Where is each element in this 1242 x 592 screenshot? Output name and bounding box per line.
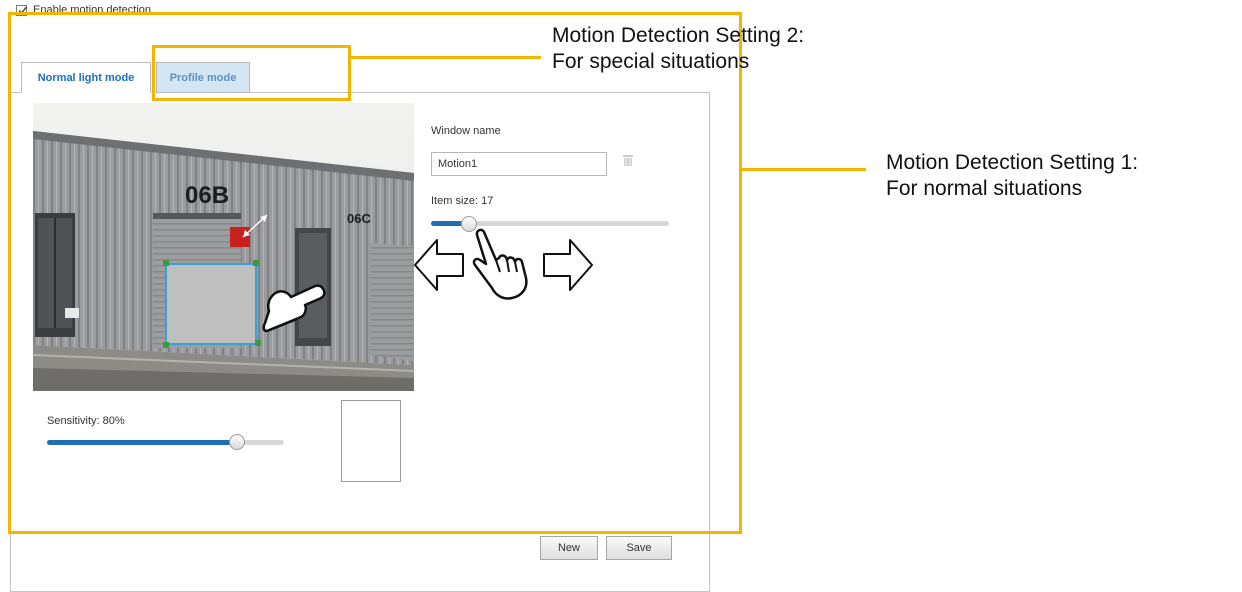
- setting-2-highlight-box: [152, 45, 351, 101]
- setting-1-callout-subtitle: For normal situations: [886, 177, 1083, 200]
- setting-2-callout-subtitle: For special situations: [552, 50, 750, 73]
- tab-normal-light-mode[interactable]: Normal light mode: [21, 62, 151, 93]
- setting-2-callout: Motion Detection Setting 2: For special …: [552, 23, 804, 75]
- setting-2-callout-line: [351, 56, 541, 59]
- setting-2-callout-title: Motion Detection Setting 2:: [552, 24, 805, 47]
- new-button[interactable]: New: [540, 536, 598, 560]
- save-button[interactable]: Save: [606, 536, 672, 560]
- setting-1-callout-line: [742, 168, 866, 171]
- setting-1-callout: Motion Detection Setting 1: For normal s…: [886, 150, 1138, 202]
- setting-1-callout-title: Motion Detection Setting 1:: [886, 151, 1139, 174]
